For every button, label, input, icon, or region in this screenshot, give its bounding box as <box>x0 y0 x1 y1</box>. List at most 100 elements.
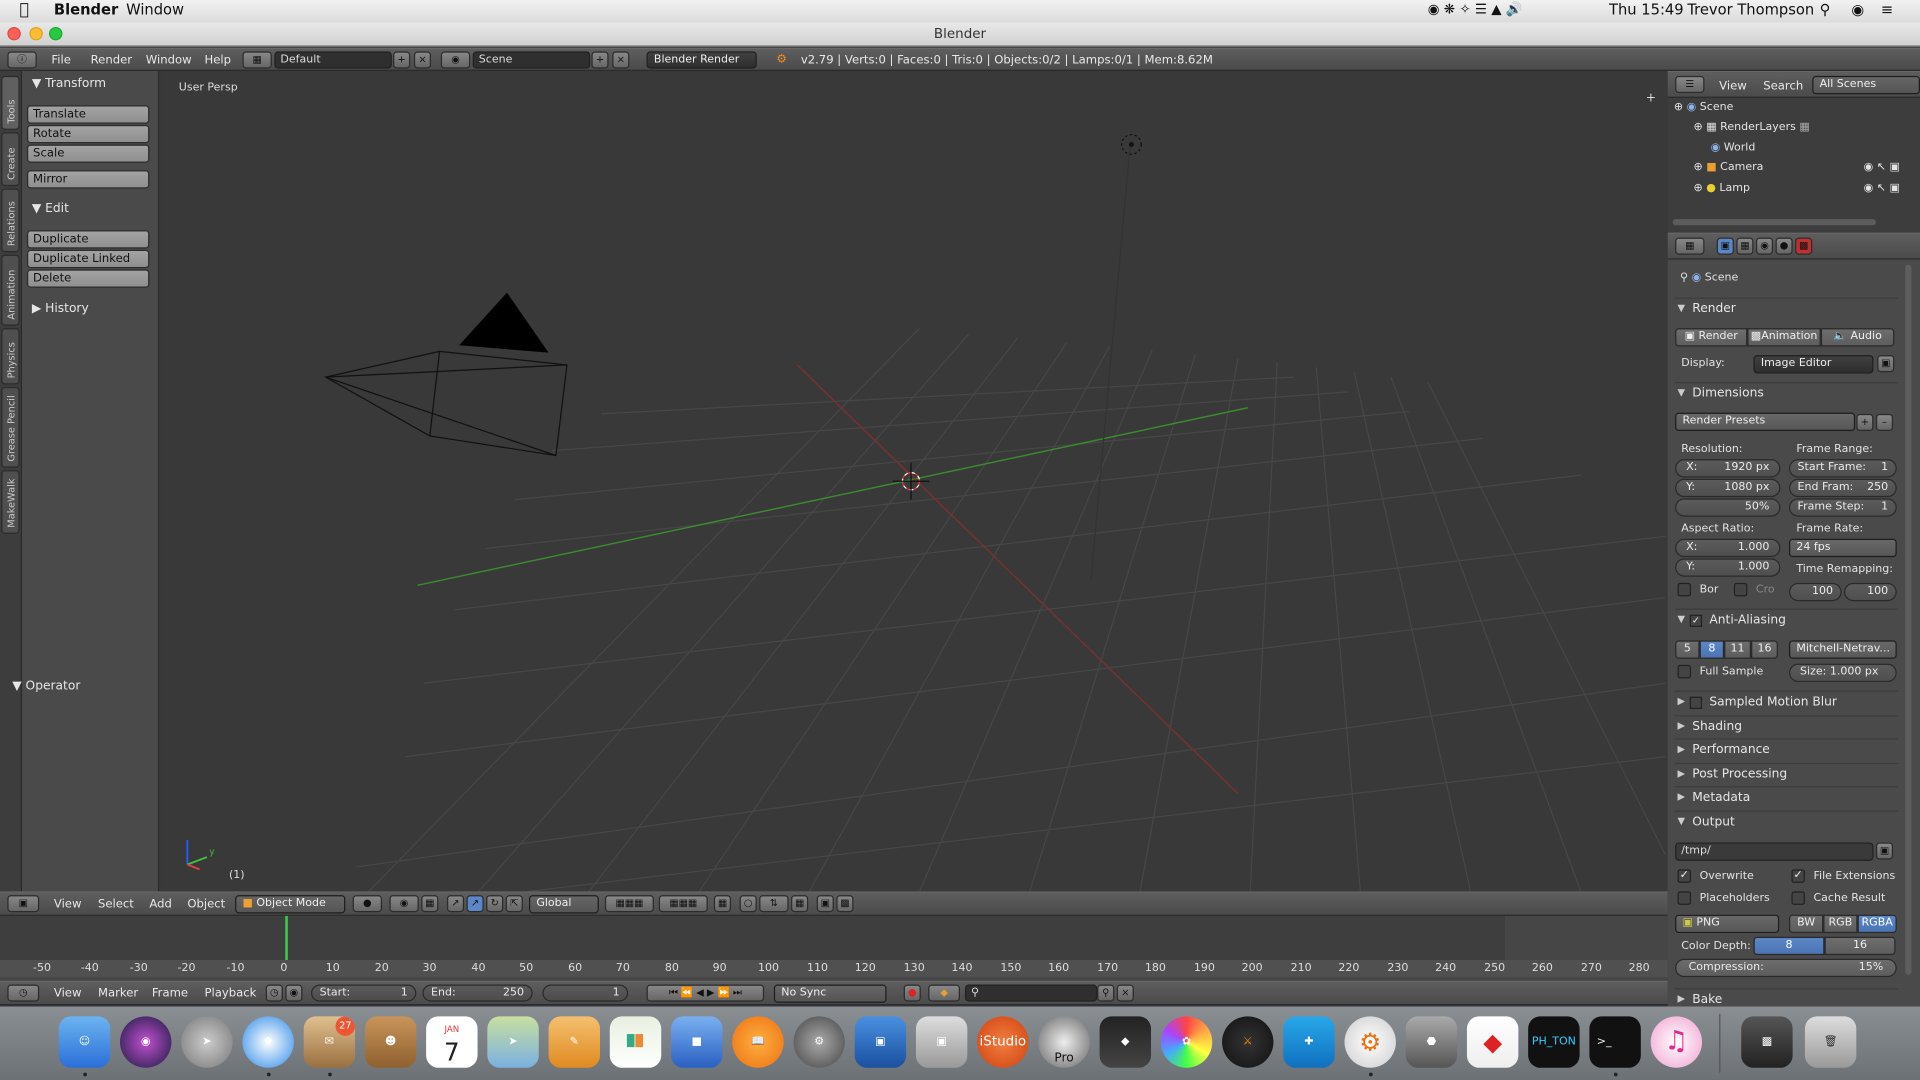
mode-dropdown[interactable]: ■ Object Mode <box>235 895 346 914</box>
tl-menu-playback[interactable]: Playback <box>204 987 256 1000</box>
orientation-dropdown[interactable]: Global <box>528 895 599 914</box>
tl-menu-view[interactable]: View <box>54 987 82 1000</box>
remote-desktop-icon[interactable]: ▣ <box>854 1016 907 1068</box>
outliner-scrollbar[interactable] <box>1672 219 1876 226</box>
dimensions-panel-header[interactable]: ▼ Dimensions <box>1675 382 1898 404</box>
add-layout-icon[interactable]: + <box>393 51 411 69</box>
start-frame-field[interactable]: Start: 1 <box>311 984 417 1002</box>
scene-context-icon[interactable]: ◉ <box>1755 237 1774 255</box>
pivot-icon[interactable]: ◉ <box>389 895 419 913</box>
mail-icon[interactable]: ✉ 27 <box>303 1016 356 1068</box>
outliner-view-menu[interactable]: View <box>1719 80 1747 93</box>
menubar-clock[interactable]: Thu 15:49 <box>1609 1 1684 18</box>
opengl-anim-icon[interactable]: ▩ <box>836 895 854 913</box>
shading-panel-header[interactable]: ▶ Shading <box>1675 715 1898 737</box>
menu-help[interactable]: Help <box>204 54 231 67</box>
audio-button[interactable]: 🔈 Audio <box>1820 328 1895 347</box>
view3d-editor-icon[interactable]: ▣ <box>7 895 40 913</box>
border-checkbox[interactable] <box>1677 582 1692 597</box>
add-preset-icon[interactable]: + <box>1856 413 1874 432</box>
aspect-y-field[interactable]: Y: 1.000 <box>1675 558 1781 577</box>
depth-16-toggle[interactable]: 16 <box>1824 936 1896 956</box>
numbers-icon[interactable]: ▉▉ <box>609 1016 662 1068</box>
remap-old-field[interactable]: 100 <box>1788 582 1842 602</box>
lamp-visibility-icon[interactable]: ◉ ↖ ▣ <box>1864 182 1900 194</box>
apple-icon[interactable]:  <box>20 1 30 19</box>
keynote-icon[interactable]: ■ <box>671 1016 723 1068</box>
menu-window[interactable]: Window <box>146 54 192 67</box>
tab-physics[interactable]: Physics <box>1 328 20 385</box>
window-menu[interactable]: Window <box>126 1 184 18</box>
final-cut-icon[interactable]: ◆ <box>1099 1016 1152 1068</box>
3d-viewport[interactable]: User Persp (1) y + <box>160 71 1666 892</box>
pages-icon[interactable]: ✎ <box>548 1016 601 1068</box>
spotlight-icon[interactable]: ⚲ <box>1820 1 1831 18</box>
viewport-canvas[interactable] <box>160 71 1666 892</box>
finder-icon[interactable]: ☺ <box>58 1016 111 1068</box>
ibooks-icon[interactable]: 📖 <box>732 1016 784 1068</box>
snap-icon[interactable]: ⇅ <box>759 895 789 913</box>
color-rgba-toggle[interactable]: RGBA <box>1857 914 1897 934</box>
color-bw-toggle[interactable]: BW <box>1788 914 1824 934</box>
transform-panel-header[interactable]: ▼ Transform <box>32 77 106 90</box>
file-extensions-checkbox[interactable]: ✓ <box>1791 869 1805 883</box>
outliner-filter-dropdown[interactable]: All Scenes <box>1812 75 1920 95</box>
snap-element-icon[interactable]: ▦ <box>791 895 809 913</box>
keying-set-field[interactable]: ⚲ <box>964 984 1098 1002</box>
scale-manip-icon[interactable]: ⇱ <box>505 895 523 913</box>
aa-8-toggle[interactable]: 8 <box>1699 640 1725 659</box>
notification-icon[interactable]: ≡ <box>1881 1 1893 18</box>
status-icons[interactable]: ◉ ❋ ✧ ☰ ▲ 🔊 <box>1428 1 1523 17</box>
edit-panel-header[interactable]: ▼ Edit <box>32 202 69 215</box>
manipulator-icon[interactable]: ▦ <box>421 895 439 913</box>
downloads-stack-icon[interactable]: ▩ <box>1741 1016 1793 1068</box>
object-context-icon[interactable]: ▩ <box>1795 237 1813 255</box>
delete-button[interactable]: Delete <box>26 269 150 288</box>
anti-aliasing-panel-header[interactable]: ▼ ✓ Anti-Aliasing <box>1675 608 1898 631</box>
preview-icon[interactable]: ▣ <box>915 1016 968 1068</box>
timeline-editor-icon[interactable]: ◷ <box>7 984 40 1002</box>
camera-visibility-icon[interactable]: ◉ ↖ ▣ <box>1864 162 1900 174</box>
app-menu[interactable]: Blender <box>54 1 118 18</box>
depth-8-toggle[interactable]: 8 <box>1753 936 1825 956</box>
layers-a-icon[interactable]: ▦▦▦ <box>604 895 654 913</box>
timeline[interactable]: -50 -40 -30 -20 -10 0 10 20 30 40 50 60 … <box>0 915 1668 983</box>
maps-icon[interactable]: ➤ <box>487 1016 539 1068</box>
vh-menu-add[interactable]: Add <box>149 898 172 911</box>
output-path-field[interactable]: /tmp/ <box>1675 842 1874 861</box>
motion-blur-panel-header[interactable]: ▶ Sampled Motion Blur <box>1675 690 1898 713</box>
delete-key-icon[interactable]: × <box>1116 984 1134 1002</box>
menu-file[interactable]: File <box>51 54 70 67</box>
tl-menu-frame[interactable]: Frame <box>152 987 188 1000</box>
aa-filter-dropdown[interactable]: Mitchell-Netrav... <box>1788 640 1897 659</box>
shading-icon[interactable]: ● <box>352 895 383 913</box>
compression-slider[interactable]: Compression: 15% <box>1675 958 1897 978</box>
tweetbot-icon[interactable]: ✚ <box>1283 1016 1335 1068</box>
outliner-search-menu[interactable]: Search <box>1763 80 1803 93</box>
end-frame-prop[interactable]: End Fram: 250 <box>1788 478 1897 498</box>
color-rgb-toggle[interactable]: RGB <box>1823 914 1858 934</box>
launchpad-icon[interactable]: ➤ <box>181 1016 233 1068</box>
outliner-editor-icon[interactable]: ☰ <box>1675 75 1705 94</box>
record-icon[interactable]: ● <box>903 984 921 1002</box>
remove-layout-icon[interactable]: × <box>413 51 432 69</box>
layers-b-icon[interactable]: ▦▦▦ <box>658 895 708 913</box>
operator-panel-header[interactable]: ▼ Operator <box>12 680 80 693</box>
vh-menu-view[interactable]: View <box>54 898 82 911</box>
outliner-scene-row[interactable]: ⊕ ◉ Scene <box>1674 102 1734 114</box>
render-context-icon[interactable]: ▣ <box>1716 237 1734 255</box>
remove-preset-icon[interactable]: – <box>1875 413 1894 432</box>
add-scene-icon[interactable]: + <box>591 51 609 69</box>
properties-editor-icon[interactable]: ▦ <box>1675 237 1705 255</box>
crop-checkbox[interactable] <box>1733 582 1748 597</box>
siri-icon-dock[interactable]: ◉ <box>120 1016 172 1068</box>
performance-panel-header[interactable]: ▶ Performance <box>1675 738 1898 760</box>
lock-range-icon[interactable]: ◉ <box>285 984 303 1002</box>
start-frame-prop[interactable]: Start Frame: 1 <box>1788 459 1897 478</box>
proportional-icon[interactable]: ○ <box>739 895 757 913</box>
vh-menu-object[interactable]: Object <box>187 898 225 911</box>
translate-button[interactable]: Translate <box>26 105 150 124</box>
outliner-world-row[interactable]: ◉ World <box>1711 142 1756 154</box>
metadata-panel-header[interactable]: ▶ Metadata <box>1675 786 1898 808</box>
aa-16-toggle[interactable]: 16 <box>1751 640 1778 659</box>
